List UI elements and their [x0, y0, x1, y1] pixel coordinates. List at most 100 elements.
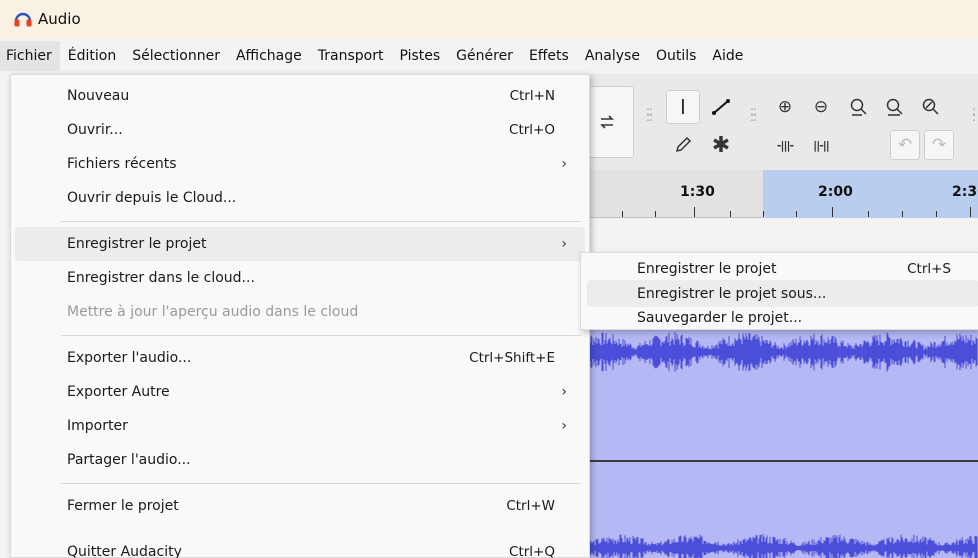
window-title: Audio — [38, 10, 81, 28]
menu-item-exporter-autre[interactable]: Exporter Autre › — [15, 375, 585, 409]
timeline-tick — [832, 207, 833, 217]
menu-separator — [61, 483, 581, 484]
menu-item-shortcut: Ctrl+Q — [509, 544, 555, 558]
audio-track-2[interactable] — [580, 462, 978, 558]
title-bar: Audio — [0, 0, 978, 38]
menu-item-label: Enregistrer dans le cloud... — [67, 270, 255, 286]
menu-item-fichiers-recents[interactable]: Fichiers récents › — [15, 147, 585, 181]
timeline-tick — [622, 211, 623, 217]
silence-icon: ||-|| — [813, 138, 830, 152]
menu-separator — [61, 221, 581, 222]
headphones-icon — [14, 12, 32, 27]
menu-edition[interactable]: Édition — [60, 41, 124, 71]
undo-icon: ↶ — [897, 135, 913, 155]
timeline-ruler[interactable]: 1:30 2:00 2:30 — [580, 170, 978, 218]
trim-audio-button[interactable]: -|||- — [768, 128, 802, 162]
menu-fichier[interactable]: Fichier — [0, 41, 60, 71]
timeline-tick — [970, 207, 971, 217]
menu-item-shortcut: Ctrl+W — [506, 498, 555, 514]
toolbar-grip[interactable]: :::: — [750, 105, 757, 123]
audio-track-1[interactable] — [580, 330, 978, 460]
menu-item-label: Ouvrir depuis le Cloud... — [67, 190, 237, 206]
menu-separator — [61, 335, 581, 336]
zoom-in-button[interactable]: ⊕ — [768, 90, 802, 124]
selection-tool-button[interactable]: I — [666, 90, 700, 124]
menu-item-label: Partager l'audio... — [67, 452, 191, 468]
menu-item-label: Exporter Autre — [67, 384, 170, 400]
toolbar: :::: I ✱ :::: ⊕ ⊖ -|||- ||-|| ↶ ↷ :: — [580, 74, 978, 170]
timeline-tick — [730, 211, 731, 217]
silence-audio-button[interactable]: ||-|| — [804, 128, 838, 162]
timeline-tick — [868, 211, 869, 217]
menu-item-enregistrer-projet[interactable]: Enregistrer le projet › — [15, 227, 585, 261]
trim-icon: -|||- — [776, 138, 794, 152]
menu-affichage[interactable]: Affichage — [228, 41, 310, 71]
menu-item-label: Fichiers récents — [67, 156, 177, 172]
envelope-icon — [712, 99, 730, 115]
menu-pistes[interactable]: Pistes — [391, 41, 448, 71]
timeline-tick — [763, 211, 764, 217]
zoom-out-button[interactable]: ⊖ — [804, 90, 838, 124]
menu-item-importer[interactable]: Importer › — [15, 409, 585, 443]
submenu-item-sauvegarder[interactable]: Sauvegarder le projet... — [587, 304, 978, 331]
multi-tool-button[interactable]: ✱ — [704, 128, 738, 162]
timeline-tick — [694, 207, 695, 217]
menu-item-fermer-projet[interactable]: Fermer le projet Ctrl+W — [15, 489, 585, 523]
toolbar-grip[interactable]: :::: — [646, 105, 653, 123]
waveform-path — [580, 534, 978, 558]
file-menu-dropdown: Nouveau Ctrl+N Ouvrir... Ctrl+O Fichiers… — [10, 74, 590, 558]
zoom-fit-icon — [886, 98, 903, 116]
chevron-right-icon: › — [561, 418, 567, 434]
menu-generer[interactable]: Générer — [448, 41, 521, 71]
menu-selectionner[interactable]: Sélectionner — [124, 41, 228, 71]
envelope-tool-button[interactable] — [704, 90, 738, 124]
menu-item-ouvrir-cloud[interactable]: Ouvrir depuis le Cloud... — [15, 181, 585, 215]
submenu-item-enregistrer[interactable]: Enregistrer le projet Ctrl+S — [587, 255, 978, 282]
menu-item-ouvrir[interactable]: Ouvrir... Ctrl+O — [15, 113, 585, 147]
menu-item-maj-apercu-cloud: Mettre à jour l'aperçu audio dans le clo… — [15, 295, 585, 329]
timeline-tick — [655, 211, 656, 217]
save-project-submenu: Enregistrer le projet Ctrl+S Enregistrer… — [580, 252, 978, 330]
menu-item-shortcut: Ctrl+N — [509, 88, 555, 104]
menu-item-partager-audio[interactable]: Partager l'audio... — [15, 443, 585, 477]
redo-button[interactable]: ↷ — [924, 130, 954, 160]
cursor-i-icon: I — [680, 95, 686, 119]
menu-effets[interactable]: Effets — [521, 41, 577, 71]
waveform — [580, 534, 978, 558]
menu-outils[interactable]: Outils — [648, 41, 704, 71]
undo-button[interactable]: ↶ — [890, 130, 920, 160]
menu-item-label: Quitter Audacity — [67, 544, 182, 558]
menu-item-shortcut: Ctrl+O — [509, 122, 555, 138]
menu-aide[interactable]: Aide — [704, 41, 751, 71]
timeline-tick — [902, 211, 903, 217]
zoom-in-icon: ⊕ — [777, 97, 793, 117]
menu-item-nouveau[interactable]: Nouveau Ctrl+N — [15, 79, 585, 113]
zoom-out-icon: ⊖ — [813, 97, 829, 117]
timeline-label: 2:30 — [952, 184, 978, 200]
timeline-tick — [936, 211, 937, 217]
waveform-path — [580, 332, 978, 372]
toolbar-grip[interactable]: :: — [972, 105, 978, 123]
fit-selection-button[interactable] — [842, 90, 876, 124]
timeline-label: 1:30 — [680, 184, 715, 200]
redo-icon: ↷ — [931, 135, 947, 155]
menu-item-label: Enregistrer le projet — [67, 236, 207, 252]
loop-icon — [599, 115, 614, 129]
menu-item-exporter-audio[interactable]: Exporter l'audio... Ctrl+Shift+E — [15, 341, 585, 375]
menu-bar: Fichier Édition Sélectionner Affichage T… — [0, 38, 978, 74]
menu-item-label: Enregistrer le projet sous... — [637, 285, 827, 302]
chevron-right-icon: › — [561, 156, 567, 172]
timeline-tick — [796, 211, 797, 217]
menu-transport[interactable]: Transport — [310, 41, 392, 71]
chevron-right-icon: › — [561, 236, 567, 252]
menu-item-label: Nouveau — [67, 88, 130, 104]
draw-tool-button[interactable] — [666, 128, 700, 162]
fit-project-button[interactable] — [878, 90, 912, 124]
menu-item-quitter[interactable]: Quitter Audacity Ctrl+Q — [15, 535, 585, 558]
submenu-item-enregistrer-sous[interactable]: Enregistrer le projet sous... — [587, 280, 978, 307]
menu-item-label: Fermer le projet — [67, 498, 179, 514]
menu-item-enregistrer-cloud[interactable]: Enregistrer dans le cloud... — [15, 261, 585, 295]
menu-analyse[interactable]: Analyse — [577, 41, 648, 71]
zoom-toggle-button[interactable] — [914, 90, 948, 124]
menu-item-label: Exporter l'audio... — [67, 350, 192, 366]
